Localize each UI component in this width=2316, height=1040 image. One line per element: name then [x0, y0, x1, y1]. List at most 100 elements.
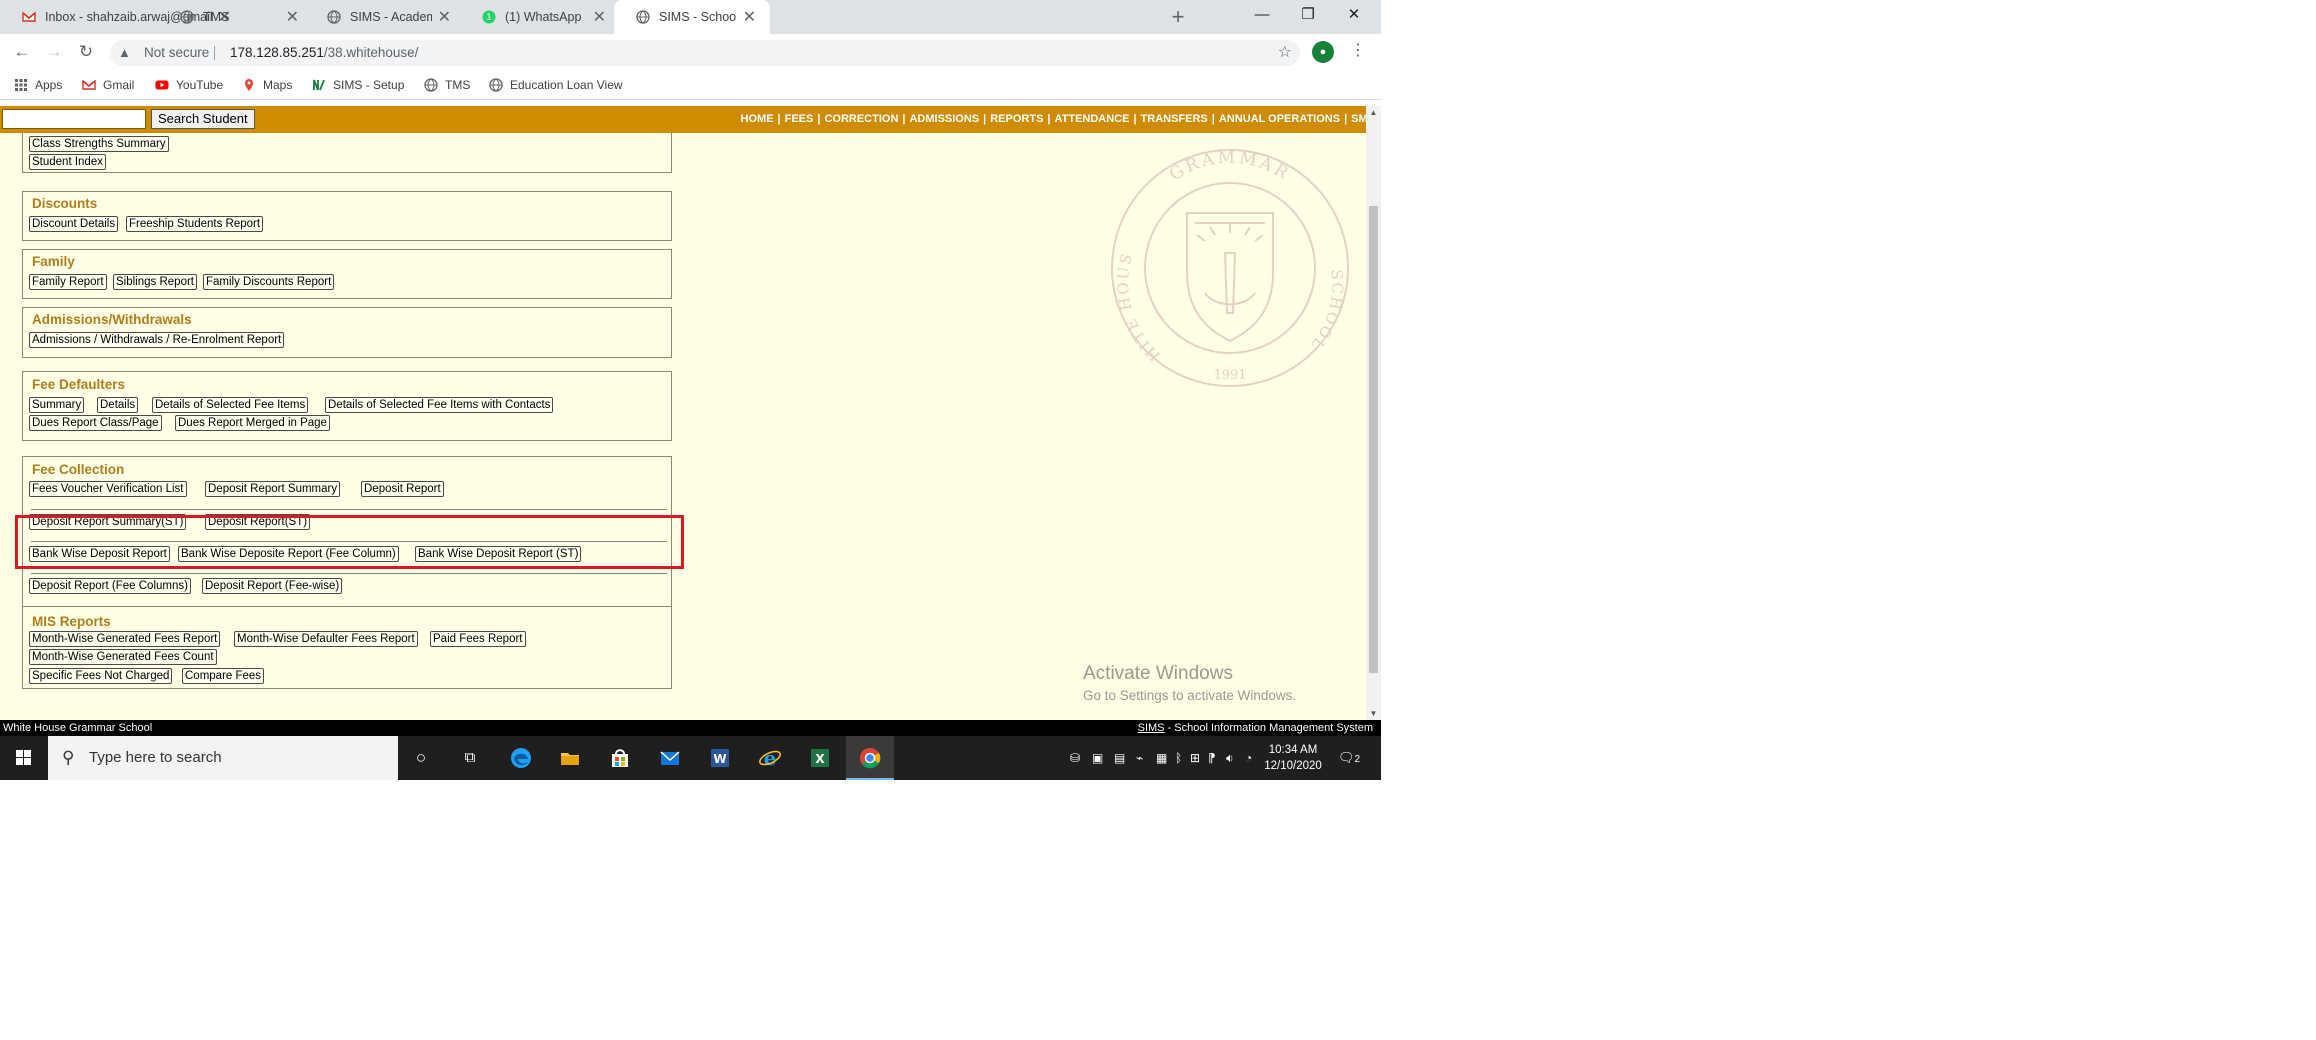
nav-reports[interactable]: REPORTS — [990, 113, 1043, 125]
close-window-button[interactable]: ✕ — [1331, 0, 1377, 30]
minimize-button[interactable]: — — [1239, 0, 1285, 30]
tab-tms[interactable]: TMS ✕ — [158, 0, 313, 34]
tray-app-icon[interactable]: ⛁ — [1070, 736, 1080, 780]
fees-voucher-verification-list-button[interactable]: Fees Voucher Verification List — [29, 481, 187, 497]
freeship-students-report-button[interactable]: Freeship Students Report — [126, 216, 264, 232]
sims-link[interactable]: SIMS — [1138, 722, 1165, 734]
nav-transfers[interactable]: TRANSFERS — [1141, 113, 1208, 125]
browser-toolbar: ← → ↻ ▲ Not secure 178.128.85.251/38.whi… — [0, 34, 1381, 70]
siblings-report-button[interactable]: Siblings Report — [113, 274, 197, 290]
excel-icon[interactable]: X — [806, 744, 834, 772]
nav-attendance[interactable]: ATTENDANCE — [1055, 113, 1130, 125]
tab-close-icon[interactable]: ✕ — [286, 7, 299, 27]
details-selected-fee-items-button[interactable]: Details of Selected Fee Items — [152, 397, 309, 413]
family-report-button[interactable]: Family Report — [29, 274, 107, 290]
tray-app-icon[interactable]: ▦ — [1156, 736, 1167, 780]
volume-icon[interactable]: 🔉︎ — [1226, 736, 1234, 780]
language-icon[interactable]: ⁋ — [1208, 736, 1216, 780]
deposit-report-summary-button[interactable]: Deposit Report Summary — [205, 481, 341, 497]
chrome-menu-icon[interactable]: ⋮ — [1350, 40, 1366, 60]
bookmark-tms[interactable]: TMS — [424, 78, 470, 92]
url-text[interactable]: 178.128.85.251/38.whitehouse/ — [230, 40, 418, 66]
deposit-report-fee-wise-button[interactable]: Deposit Report (Fee-wise) — [202, 578, 343, 594]
windows-start-icon[interactable] — [0, 736, 48, 780]
compare-fees-button[interactable]: Compare Fees — [182, 668, 265, 684]
discounts-heading: Discounts — [32, 196, 98, 211]
bookmark-sims-setup[interactable]: SIMS - Setup — [312, 78, 404, 92]
store-icon[interactable] — [606, 744, 634, 772]
taskbar-search-box[interactable]: ⚲ Type here to search — [48, 736, 398, 780]
class-strengths-summary-button[interactable]: Class Strengths Summary — [29, 136, 169, 152]
new-tab-button[interactable]: + — [1165, 4, 1191, 30]
scroll-up-arrow-icon[interactable]: ▲ — [1366, 108, 1381, 117]
nav-home[interactable]: HOME — [741, 113, 774, 125]
bookmark-youtube[interactable]: YouTube — [155, 78, 223, 92]
network-icon[interactable]: ◔ — [1245, 736, 1252, 780]
bookmark-star-icon[interactable]: ☆ — [1278, 40, 1292, 66]
tab-whatsapp[interactable]: 1 (1) WhatsApp ✕ — [460, 0, 620, 34]
page-scrollbar[interactable]: ▲ ▼ — [1366, 106, 1381, 721]
nav-admissions[interactable]: ADMISSIONS — [909, 113, 979, 125]
mail-icon[interactable] — [656, 744, 684, 772]
search-student-button[interactable]: Search Student — [151, 109, 255, 129]
apps-grid-icon — [15, 79, 27, 91]
internet-explorer-icon[interactable]: e — [756, 744, 784, 772]
tray-app-icon[interactable]: ⌁ — [1136, 736, 1143, 780]
defaulters-details-button[interactable]: Details — [97, 397, 139, 413]
tab-close-icon[interactable]: ✕ — [438, 7, 451, 27]
file-explorer-icon[interactable] — [556, 744, 584, 772]
details-selected-fee-items-contacts-button[interactable]: Details of Selected Fee Items with Conta… — [325, 397, 554, 413]
tab-sims-academic[interactable]: SIMS - Academic1 ✕ — [305, 0, 465, 34]
forward-arrow-icon[interactable]: → — [42, 40, 66, 64]
security-label[interactable]: Not secure — [144, 40, 209, 66]
tab-close-icon[interactable]: ✕ — [743, 7, 756, 27]
profile-avatar-icon[interactable]: ● — [1312, 41, 1334, 63]
word-icon[interactable]: W — [706, 744, 734, 772]
tray-app-icon[interactable]: ⊞ — [1190, 736, 1200, 780]
dues-report-class-page-button[interactable]: Dues Report Class/Page — [29, 415, 162, 431]
bookmark-education-loan-view[interactable]: Education Loan View — [489, 78, 623, 92]
tray-app-icon[interactable]: ▤ — [1114, 736, 1125, 780]
maps-pin-icon — [245, 79, 253, 91]
address-bar[interactable]: ▲ Not secure 178.128.85.251/38.whitehous… — [110, 40, 1300, 66]
scroll-down-arrow-icon[interactable]: ▼ — [1366, 709, 1381, 718]
family-discounts-report-button[interactable]: Family Discounts Report — [203, 274, 335, 290]
bookmark-maps[interactable]: Maps — [242, 78, 292, 92]
chrome-taskbar-active[interactable] — [846, 736, 894, 780]
nav-correction[interactable]: CORRECTION — [824, 113, 898, 125]
bookmark-gmail[interactable]: Gmail — [82, 78, 134, 92]
scrollbar-thumb[interactable] — [1369, 206, 1378, 673]
student-index-button[interactable]: Student Index — [29, 154, 106, 170]
tray-app-icon[interactable]: ▣ — [1092, 736, 1103, 780]
nav-annual-operations[interactable]: ANNUAL OPERATIONS — [1219, 113, 1340, 125]
crest-top-text: GRAMMAR — [1166, 148, 1291, 185]
edge-icon[interactable] — [507, 744, 535, 772]
month-wise-generated-fees-report-button[interactable]: Month-Wise Generated Fees Report — [29, 631, 221, 647]
dues-report-merged-button[interactable]: Dues Report Merged in Page — [175, 415, 330, 431]
specific-fees-not-charged-button[interactable]: Specific Fees Not Charged — [29, 668, 173, 684]
defaulters-summary-button[interactable]: Summary — [29, 397, 85, 413]
student-search-input[interactable] — [2, 109, 146, 129]
paid-fees-report-button[interactable]: Paid Fees Report — [430, 631, 526, 647]
windows-taskbar: ⚲ Type here to search ○ ⧉ W e X ⛁ ▣ ▤ ⌁ … — [0, 736, 1381, 780]
deposit-report-button[interactable]: Deposit Report — [361, 481, 444, 497]
month-wise-defaulter-fees-report-button[interactable]: Month-Wise Defaulter Fees Report — [234, 631, 418, 647]
bluetooth-icon[interactable]: ᛒ — [1175, 736, 1182, 780]
restore-button[interactable]: ❐ — [1285, 0, 1331, 30]
reload-icon[interactable]: ↻ — [74, 40, 98, 64]
youtube-icon — [155, 80, 169, 90]
deposit-report-fee-columns-button[interactable]: Deposit Report (Fee Columns) — [29, 578, 191, 594]
task-view-icon[interactable]: ⧉ — [456, 744, 484, 772]
tab-close-icon[interactable]: ✕ — [593, 7, 606, 27]
admissions-withdrawals-reenrolment-report-button[interactable]: Admissions / Withdrawals / Re-Enrolment … — [29, 332, 285, 348]
warning-triangle-icon[interactable]: ▲ — [118, 40, 131, 66]
bookmark-apps[interactable]: Apps — [14, 78, 62, 92]
back-arrow-icon[interactable]: ← — [10, 40, 34, 64]
taskbar-clock[interactable]: 10:34 AM 12/10/2020 — [1256, 742, 1330, 774]
notifications-icon[interactable]: 🗨︎2 — [1338, 736, 1360, 780]
tab-sims-school-information[interactable]: SIMS - School Information Ma ✕ — [614, 0, 770, 34]
nav-fees[interactable]: FEES — [785, 113, 814, 125]
month-wise-generated-fees-count-button[interactable]: Month-Wise Generated Fees Count — [29, 649, 217, 665]
cortana-icon[interactable]: ○ — [407, 744, 435, 772]
discount-details-button[interactable]: Discount Details — [29, 216, 119, 232]
